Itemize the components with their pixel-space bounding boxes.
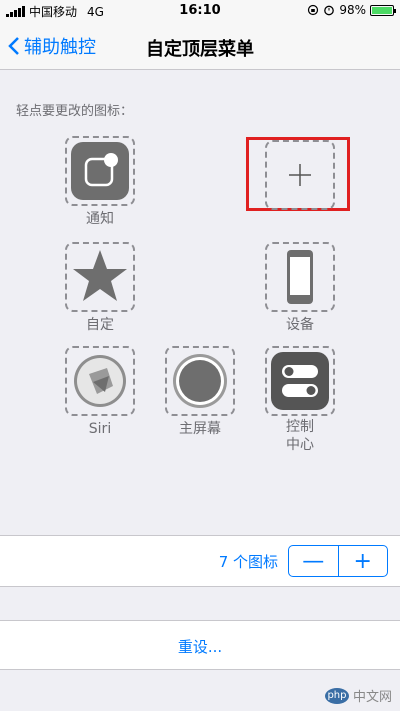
watermark-text: 中文网 [352,690,392,705]
plus-button[interactable]: + [339,546,388,576]
watermark-logo: php [324,687,349,704]
home-icon [173,354,227,408]
icon-slot-notification[interactable] [65,136,135,206]
icon-count-label: 7 个图标 [218,553,278,571]
plus-icon [289,164,311,186]
icon-slot-empty[interactable] [265,140,335,210]
icon-count-stepper: — + [288,545,388,577]
icon-label-notification: 通知 [86,211,114,227]
icon-count-row: 7 个图标 — + [0,535,400,587]
icon-slot-control-center[interactable] [265,346,335,416]
siri-icon [74,355,126,407]
icon-label-custom: 自定 [86,317,114,333]
battery-fill [372,6,392,14]
reset-button[interactable]: 重设... [0,636,400,657]
battery-icon [370,4,396,16]
icon-slot-siri[interactable] [65,346,135,416]
icon-label-home: 主屏幕 [179,421,221,437]
alarm-icon [324,5,335,16]
status-bar: 中国移动 4G 16:10 98% [0,0,400,22]
icon-slot-device[interactable] [265,242,335,312]
page-title: 自定顶层菜单 [146,39,254,60]
icon-slot-custom[interactable] [65,242,135,312]
device-icon [287,250,313,304]
icon-label-device: 设备 [286,317,314,333]
watermark: php 中文网 [324,686,392,705]
lock-rotation-icon [308,4,319,16]
icon-label-control-center: 控制 中心 [286,419,314,453]
status-right: 98% [307,3,396,17]
icon-label-siri: Siri [88,421,112,437]
control-center-icon [271,352,329,410]
section-label: 轻点要更改的图标： [16,104,134,119]
nav-bar: 辅助触控 自定顶层菜单 [0,22,400,70]
icon-slot-home[interactable] [165,346,235,416]
star-icon [73,250,127,301]
battery-percent: 98% [339,3,366,17]
notification-icon [71,142,129,200]
reset-row[interactable]: 重设... [0,620,400,670]
minus-button[interactable]: — [289,546,338,576]
